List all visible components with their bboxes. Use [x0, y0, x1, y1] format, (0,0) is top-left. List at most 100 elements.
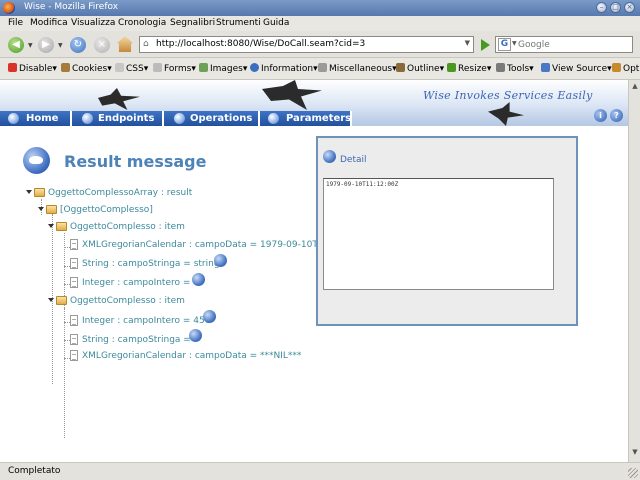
- outline-icon: [396, 63, 405, 72]
- information-icon: [250, 63, 259, 72]
- info-icon[interactable]: i: [594, 109, 607, 122]
- dev-css[interactable]: CSS▾: [115, 63, 148, 74]
- tab-parameters[interactable]: Parameters: [260, 111, 352, 126]
- dev-disable[interactable]: Disable▾: [8, 63, 57, 74]
- endpoints-tab-icon: [82, 113, 93, 124]
- tools-icon: [496, 63, 505, 72]
- search-bar[interactable]: G ▼: [495, 36, 633, 53]
- site-tagline: Wise Invokes Services Easily: [423, 89, 593, 102]
- expand-triangle-icon[interactable]: [48, 298, 54, 302]
- scroll-down-icon[interactable]: ▼: [630, 448, 640, 458]
- dev-cookies[interactable]: Cookies▾: [61, 63, 112, 74]
- dev-tools[interactable]: Tools▾: [496, 63, 534, 74]
- miscellaneous-icon: [318, 63, 327, 72]
- url-text[interactable]: http://localhost:8080/Wise/DoCall.seam?c…: [156, 39, 365, 49]
- images-icon: [199, 63, 208, 72]
- chat-bubble-icon: [23, 147, 50, 174]
- menu-file[interactable]: File: [8, 18, 23, 28]
- menu-modifica[interactable]: Modifica: [30, 18, 68, 28]
- forms-icon: [153, 63, 162, 72]
- back-arrow-icon[interactable]: ◀: [8, 37, 24, 53]
- scroll-up-icon[interactable]: ▲: [630, 82, 640, 92]
- navigation-toolbar: ◀ ▼ ▶ ▼ ↻ × ⌂ http://localhost:8080/Wise…: [0, 31, 640, 58]
- document-icon: [70, 315, 78, 326]
- menu-cronologia[interactable]: Cronologia: [118, 18, 166, 28]
- document-icon: [70, 277, 78, 288]
- url-bar[interactable]: ⌂ http://localhost:8080/Wise/DoCall.seam…: [139, 36, 474, 53]
- menu-guida[interactable]: Guida: [263, 18, 289, 28]
- help-icon[interactable]: ?: [610, 109, 623, 122]
- dev-images[interactable]: Images▾: [199, 63, 247, 74]
- result-title: Result message: [64, 152, 207, 171]
- menu-segnalibri[interactable]: Segnalibri: [170, 18, 215, 28]
- magnifier-icon[interactable]: [214, 254, 227, 267]
- magnifier-icon[interactable]: [203, 310, 216, 323]
- dev-view-source[interactable]: View Source▾: [541, 63, 612, 74]
- dev-miscellaneous[interactable]: Miscellaneous▾: [318, 63, 397, 74]
- parameters-tab-icon: [268, 113, 279, 124]
- dev-forms[interactable]: Forms▾: [153, 63, 196, 74]
- magnifier-icon: [323, 150, 336, 163]
- expand-triangle-icon[interactable]: [26, 190, 32, 194]
- status-bar: Completato: [0, 462, 640, 480]
- dev-options[interactable]: Opt: [612, 63, 639, 74]
- url-history-dropdown-icon[interactable]: ▼: [465, 39, 470, 47]
- close-icon[interactable]: ×: [624, 2, 635, 13]
- detail-value-box[interactable]: 1979-09-10T11:12:00Z: [323, 178, 554, 290]
- document-icon: [70, 350, 78, 361]
- home-tab-icon: [8, 113, 19, 124]
- document-icon: [70, 258, 78, 269]
- google-icon[interactable]: G: [498, 38, 511, 51]
- web-developer-toolbar: Disable▾ Cookies▾ CSS▾ Forms▾ Images▾ In…: [0, 58, 640, 80]
- stop-icon[interactable]: ×: [94, 37, 110, 53]
- menu-visualizza[interactable]: Visualizza: [71, 18, 115, 28]
- window-title: Wise - Mozilla Firefox: [24, 2, 119, 12]
- search-engine-dropdown-icon[interactable]: ▼: [512, 40, 517, 47]
- reload-icon[interactable]: ↻: [70, 37, 86, 53]
- disable-icon: [8, 63, 17, 72]
- tab-operations[interactable]: Operations: [164, 111, 260, 126]
- bird-image: [98, 88, 140, 110]
- dev-outline[interactable]: Outline▾: [396, 63, 444, 74]
- back-history-dropdown-icon[interactable]: ▼: [28, 42, 33, 49]
- magnifier-icon[interactable]: [192, 273, 205, 286]
- expand-triangle-icon[interactable]: [38, 207, 44, 211]
- options-icon: [612, 63, 621, 72]
- tab-endpoints[interactable]: Endpoints: [72, 111, 164, 126]
- site-nav: Home Endpoints Operations Parameters: [0, 111, 628, 126]
- maximize-icon[interactable]: □: [610, 2, 621, 13]
- page-scrollbar[interactable]: ▲ ▼: [628, 80, 640, 462]
- forward-arrow-icon[interactable]: ▶: [38, 37, 54, 53]
- document-icon: [70, 334, 78, 345]
- go-arrow-icon[interactable]: [477, 37, 492, 52]
- status-text: Completato: [8, 466, 61, 476]
- window-titlebar: Wise - Mozilla Firefox – □ ×: [0, 0, 640, 16]
- search-input[interactable]: [518, 38, 630, 51]
- detail-label: Detail: [340, 155, 367, 165]
- magnifier-icon[interactable]: [189, 329, 202, 342]
- dev-information[interactable]: Information▾: [250, 63, 318, 74]
- view-source-icon: [541, 63, 550, 72]
- folder-icon: [46, 205, 57, 214]
- dev-resize[interactable]: Resize▾: [447, 63, 491, 74]
- resize-grip-icon[interactable]: [628, 468, 638, 478]
- bird-image: [262, 80, 322, 110]
- folder-icon: [34, 188, 45, 197]
- home-icon[interactable]: [117, 36, 133, 52]
- operations-tab-icon: [174, 113, 185, 124]
- tree-connector: [64, 308, 65, 438]
- document-icon: [70, 239, 78, 250]
- resize-icon: [447, 63, 456, 72]
- page-content: Wise Invokes Services Easily Home Endpoi…: [0, 80, 628, 462]
- folder-icon: [56, 296, 67, 305]
- menu-strumenti[interactable]: Strumenti: [216, 18, 261, 28]
- expand-triangle-icon[interactable]: [48, 224, 54, 228]
- folder-icon: [56, 222, 67, 231]
- menu-bar: File Modifica Visualizza Cronologia Segn…: [0, 16, 640, 31]
- minimize-icon[interactable]: –: [596, 2, 607, 13]
- forward-history-dropdown-icon[interactable]: ▼: [58, 42, 63, 49]
- css-icon: [115, 63, 124, 72]
- detail-panel: Detail 1979-09-10T11:12:00Z: [316, 136, 578, 326]
- firefox-icon: [3, 2, 15, 14]
- tab-home[interactable]: Home: [0, 111, 72, 126]
